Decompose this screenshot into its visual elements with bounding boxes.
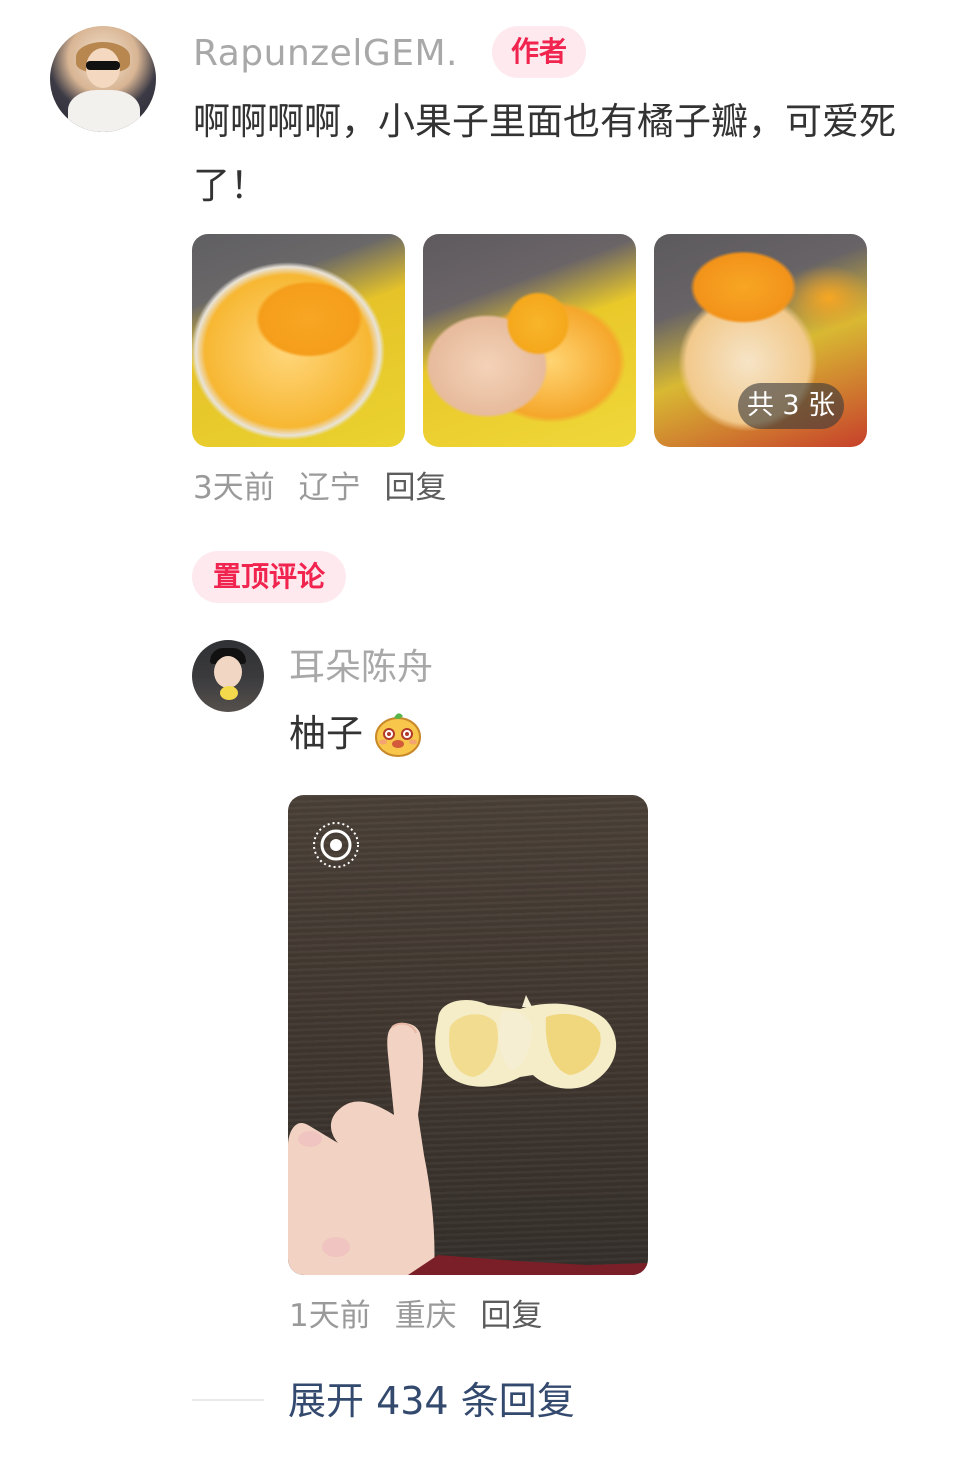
- photo-count-badge: 共 3 张: [738, 383, 844, 429]
- expand-replies-link[interactable]: 展开 434 条回复: [288, 1376, 575, 1426]
- main-comment-text: 啊啊啊啊，小果子里面也有橘子瓣，可爱死了！: [193, 100, 896, 207]
- author-badge: 作者: [492, 26, 586, 78]
- comment-time: 3天前: [193, 470, 275, 506]
- comment-location: 辽宁: [298, 470, 361, 506]
- reply-button[interactable]: 回复: [384, 466, 446, 510]
- pinned-comment-badge: 置顶评论: [192, 551, 346, 603]
- reply-comment-text: 柚子: [289, 712, 363, 755]
- author-username[interactable]: RapunzelGEM.: [193, 30, 458, 78]
- live-photo-icon[interactable]: [310, 819, 362, 871]
- author-avatar[interactable]: [50, 26, 156, 132]
- reply-button-sub[interactable]: 回复: [480, 1294, 542, 1338]
- expand-divider: [192, 1399, 264, 1401]
- smiling-fruit-sticker-icon: [375, 713, 421, 757]
- comment-photo-1[interactable]: [192, 234, 405, 447]
- main-comment-meta: 3天前 辽宁 回复: [193, 466, 460, 510]
- comment-photo-2[interactable]: [423, 234, 636, 447]
- reply-avatar[interactable]: [192, 640, 264, 712]
- reply-comment-meta: 1天前 重庆 回复: [289, 1294, 556, 1338]
- reply-location: 重庆: [394, 1298, 457, 1334]
- reply-username[interactable]: 耳朵陈舟: [289, 644, 433, 692]
- reply-time: 1天前: [289, 1298, 371, 1334]
